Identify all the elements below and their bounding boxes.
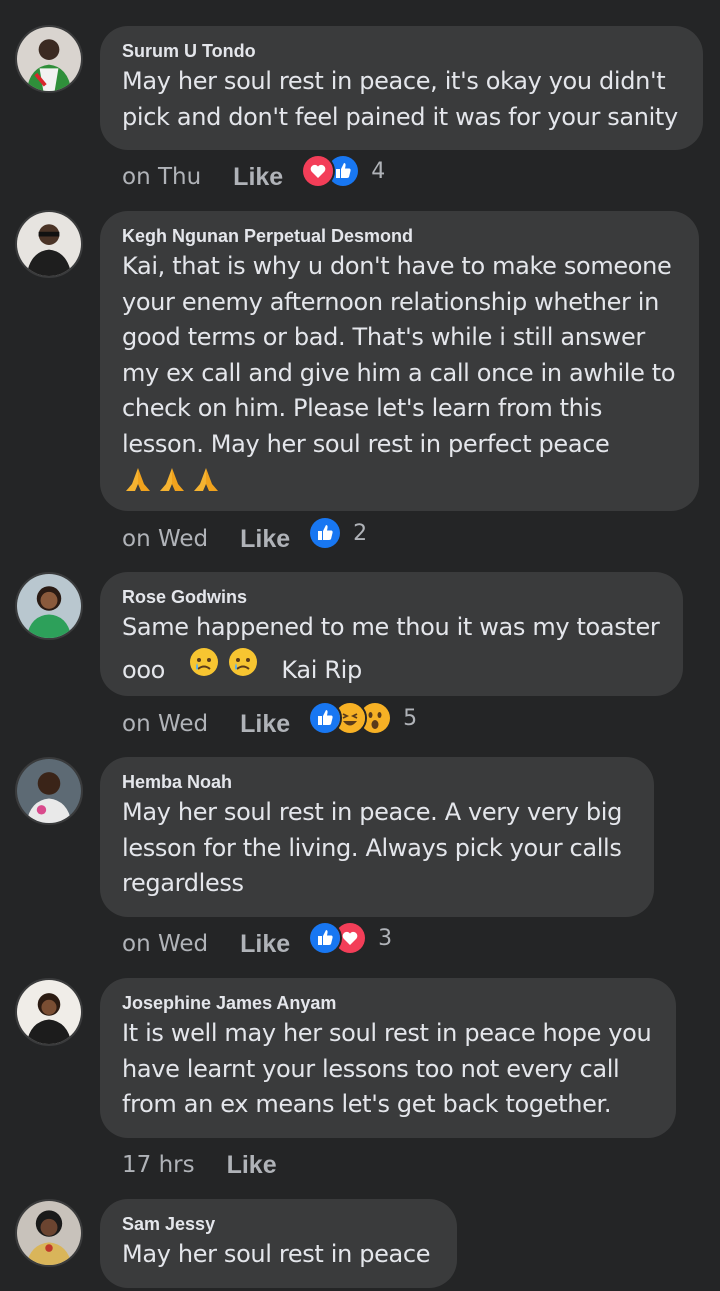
comment-author[interactable]: Rose Godwins bbox=[122, 586, 661, 608]
comment-meta: on Wed Like 3 bbox=[122, 921, 392, 959]
comment-line: May her soul rest in peace bbox=[122, 1240, 431, 1268]
reaction-count: 3 bbox=[378, 925, 393, 951]
comment-bubble: Josephine James Anyam It is well may her… bbox=[100, 978, 676, 1138]
comment-line: Same happened to me thou it was my toast… bbox=[122, 613, 660, 641]
comment-time[interactable]: on Wed bbox=[122, 931, 208, 957]
like-button[interactable]: Like bbox=[227, 1151, 277, 1180]
comment-bubble: Sam Jessy May her soul rest in peace bbox=[100, 1199, 457, 1288]
comment-meta: 17 hrs Like bbox=[122, 1150, 295, 1180]
comment-line: regardless bbox=[122, 869, 244, 897]
avatar[interactable] bbox=[15, 210, 83, 278]
comment-line: your enemy afternoon relationship whethe… bbox=[122, 287, 659, 316]
reaction-summary[interactable]: 5 bbox=[308, 701, 417, 735]
comment-bubble: Surum U Tondo May her soul rest in peace… bbox=[100, 26, 703, 150]
comment-time[interactable]: on Thu bbox=[122, 164, 201, 190]
comment-line: lesson. May her soul rest in perfect pea… bbox=[122, 429, 610, 458]
comment-line: It is well may her soul rest in peace ho… bbox=[122, 1019, 652, 1047]
like-button[interactable]: Like bbox=[233, 163, 283, 192]
comment-line: Kai, that is why u don't have to make so… bbox=[122, 252, 672, 280]
like-icon bbox=[308, 921, 343, 955]
comment-meta: on Wed Like 2 bbox=[122, 516, 367, 554]
comment-time[interactable]: 17 hrs bbox=[122, 1152, 195, 1178]
avatar[interactable] bbox=[15, 1199, 83, 1267]
comment-author[interactable]: Josephine James Anyam bbox=[122, 992, 654, 1014]
comment-line: check on him. Please let's learn from th… bbox=[122, 394, 603, 422]
comment-text: Kai, that is why u don't have to make so… bbox=[122, 249, 677, 496]
like-button[interactable]: Like bbox=[240, 710, 290, 739]
comment-author[interactable]: Kegh Ngunan Perpetual Desmond bbox=[122, 225, 677, 247]
crying-face-emoji bbox=[228, 647, 257, 676]
avatar[interactable] bbox=[15, 572, 83, 640]
love-icon bbox=[301, 154, 336, 188]
like-button[interactable]: Like bbox=[240, 930, 290, 959]
comment-bubble: Kegh Ngunan Perpetual Desmond Kai, that … bbox=[100, 211, 699, 511]
comment-line: from an ex means let's get back together… bbox=[122, 1090, 612, 1118]
reaction-summary[interactable]: 2 bbox=[308, 516, 367, 550]
comment-text: May her soul rest in peace, it's okay yo… bbox=[122, 64, 681, 135]
comment-text: May her soul rest in peace. A very very … bbox=[122, 795, 632, 902]
comment-line-prefix: ooo bbox=[122, 655, 166, 684]
comment-text: Same happened to me thou it was my toast… bbox=[122, 610, 661, 688]
comment-author[interactable]: Sam Jessy bbox=[122, 1213, 435, 1235]
avatar[interactable] bbox=[15, 757, 83, 825]
comment-line: good terms or bad. That's while i still … bbox=[122, 323, 645, 351]
comment-bubble: Hemba Noah May her soul rest in peace. A… bbox=[100, 757, 654, 917]
comment-line-suffix: Kai Rip bbox=[281, 655, 362, 684]
reaction-count: 4 bbox=[371, 158, 386, 184]
comment-author[interactable]: Surum U Tondo bbox=[122, 40, 681, 62]
reaction-count: 5 bbox=[403, 705, 418, 731]
comment-line: have learnt your lessons too not every c… bbox=[122, 1054, 620, 1083]
folded-hands-emoji bbox=[160, 468, 184, 491]
comment-bubble: Rose Godwins Same happened to me thou it… bbox=[100, 572, 683, 696]
comment-author[interactable]: Hemba Noah bbox=[122, 771, 632, 793]
comment-line: pick and don't feel pained it was for yo… bbox=[122, 102, 678, 131]
comment-line: my ex call and give him a call once in a… bbox=[122, 358, 676, 387]
folded-hands-emoji bbox=[194, 468, 218, 491]
comment-line: ooo Kai Rip bbox=[122, 646, 661, 689]
comment-meta: on Wed Like 5 bbox=[122, 701, 417, 739]
comment-line: lesson for the living. Always pick your … bbox=[122, 833, 622, 862]
comment-text: May her soul rest in peace bbox=[122, 1237, 435, 1273]
crying-face-emoji bbox=[189, 647, 218, 676]
comment-time[interactable]: on Wed bbox=[122, 711, 208, 737]
like-icon bbox=[308, 516, 343, 550]
like-icon bbox=[308, 701, 343, 735]
avatar[interactable] bbox=[15, 25, 83, 93]
like-button[interactable]: Like bbox=[240, 525, 290, 554]
comment-meta: on Thu Like 4 bbox=[122, 154, 385, 192]
emoji-line bbox=[122, 464, 677, 496]
reaction-summary[interactable]: 3 bbox=[308, 921, 392, 955]
reaction-count: 2 bbox=[353, 520, 368, 546]
folded-hands-emoji bbox=[126, 468, 150, 491]
comment-text: It is well may her soul rest in peace ho… bbox=[122, 1016, 654, 1123]
comment-time[interactable]: on Wed bbox=[122, 526, 208, 552]
comment-line: May her soul rest in peace, it's okay yo… bbox=[122, 67, 666, 95]
reaction-summary[interactable]: 4 bbox=[301, 154, 385, 188]
comment-line: May her soul rest in peace. A very very … bbox=[122, 798, 622, 826]
avatar[interactable] bbox=[15, 978, 83, 1046]
